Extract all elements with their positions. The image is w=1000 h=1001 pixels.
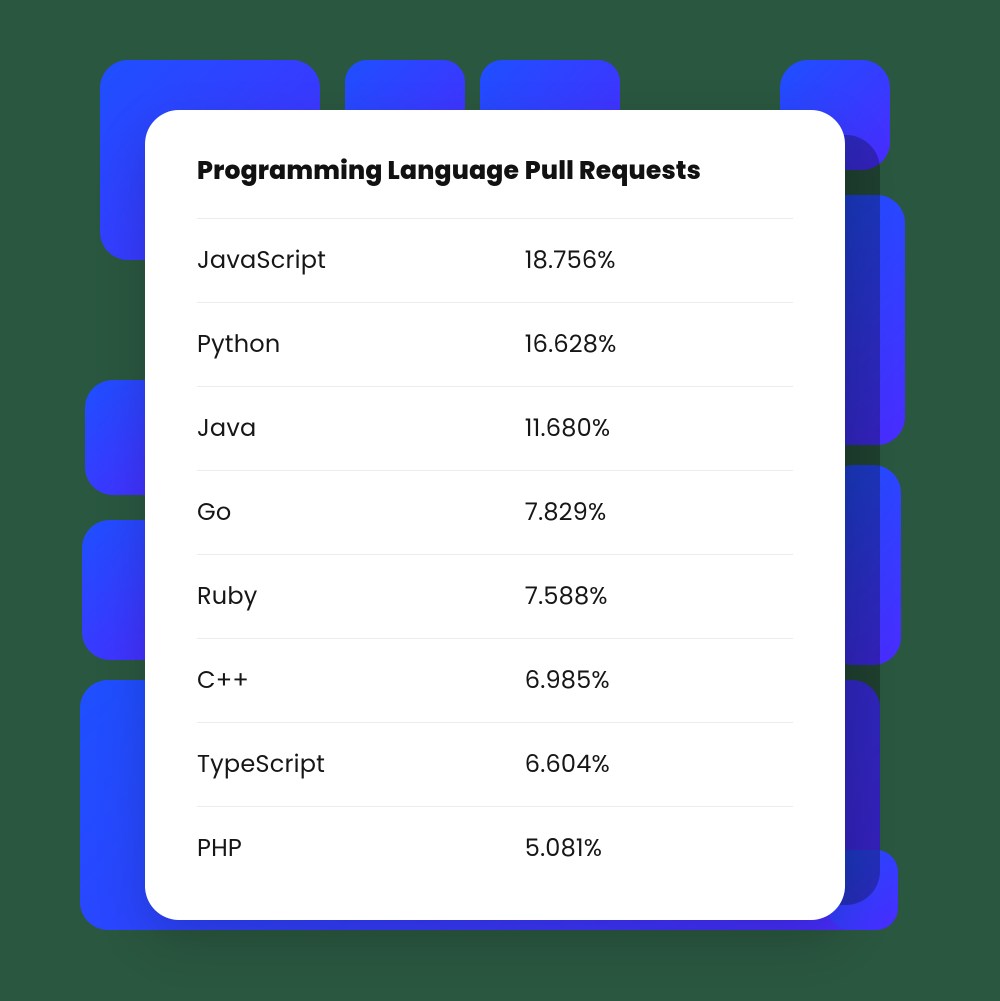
table-row: TypeScript 6.604%: [197, 723, 793, 807]
table-row: Go 7.829%: [197, 471, 793, 555]
cell-pull-requests: 6.604%: [525, 723, 793, 807]
col-header-pull-requests: Pull Requests: [525, 152, 793, 219]
cell-language: Go: [197, 471, 525, 555]
col-header-language: Programming Language: [197, 152, 525, 219]
cell-language: TypeScript: [197, 723, 525, 807]
table-row: Java 11.680%: [197, 387, 793, 471]
cell-language: Ruby: [197, 555, 525, 639]
table-row: Ruby 7.588%: [197, 555, 793, 639]
cell-pull-requests: 7.829%: [525, 471, 793, 555]
cell-pull-requests: 6.985%: [525, 639, 793, 723]
cell-language: Java: [197, 387, 525, 471]
languages-table: Programming Language Pull Requests JavaS…: [197, 152, 793, 890]
cell-language: PHP: [197, 807, 525, 891]
table-card: Programming Language Pull Requests JavaS…: [145, 110, 845, 920]
cell-pull-requests: 18.756%: [525, 219, 793, 303]
table-row: PHP 5.081%: [197, 807, 793, 891]
cell-language: JavaScript: [197, 219, 525, 303]
cell-language: C++: [197, 639, 525, 723]
cell-pull-requests: 7.588%: [525, 555, 793, 639]
table-header-row: Programming Language Pull Requests: [197, 152, 793, 219]
cell-language: Python: [197, 303, 525, 387]
table-row: JavaScript 18.756%: [197, 219, 793, 303]
table-row: Python 16.628%: [197, 303, 793, 387]
table-row: C++ 6.985%: [197, 639, 793, 723]
cell-pull-requests: 5.081%: [525, 807, 793, 891]
cell-pull-requests: 11.680%: [525, 387, 793, 471]
cell-pull-requests: 16.628%: [525, 303, 793, 387]
